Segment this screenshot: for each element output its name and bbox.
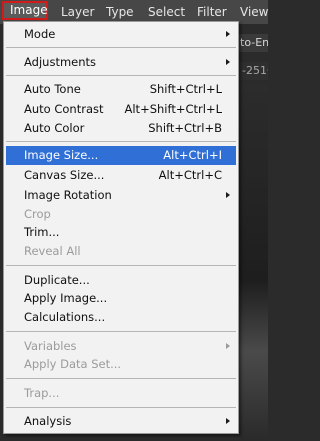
menu-item-apply-data-set: Apply Data Set...	[6, 355, 236, 374]
menu-item-label: Apply Image...	[24, 291, 108, 305]
menu-item-variables: Variables	[6, 337, 236, 356]
menu-item-auto-tone[interactable]: Auto Tone Shift+Ctrl+L	[6, 80, 236, 99]
ruler: -2516	[236, 62, 268, 80]
menu-layer[interactable]: Layer	[61, 5, 94, 19]
menu-item-shortcut: Alt+Ctrl+I	[163, 148, 222, 162]
menu-select[interactable]: Select	[148, 5, 185, 19]
menu-item-calculations[interactable]: Calculations...	[6, 308, 236, 327]
menu-item-label: Apply Data Set...	[24, 357, 122, 371]
menu-type[interactable]: Type	[106, 5, 134, 19]
submenu-arrow-icon	[226, 59, 230, 65]
menu-separator	[6, 47, 236, 48]
menu-item-label: Reveal All	[24, 244, 81, 258]
menu-item-apply-image[interactable]: Apply Image...	[6, 289, 236, 308]
menu-view[interactable]: View	[240, 5, 268, 19]
document-tab[interactable]: to-Enh	[236, 34, 268, 52]
menu-item-label: Variables	[24, 339, 77, 353]
menu-item-label: Calculations...	[24, 310, 106, 324]
menu-item-label: Canvas Size...	[24, 168, 105, 182]
menu-item-shortcut: Alt+Ctrl+C	[158, 168, 222, 182]
submenu-arrow-icon	[226, 343, 230, 349]
menu-item-trap: Trap...	[6, 384, 236, 403]
menu-separator	[6, 378, 236, 379]
menu-item-reveal-all: Reveal All	[6, 242, 236, 261]
menu-item-shortcut: Shift+Ctrl+B	[148, 121, 222, 135]
menu-item-canvas-size[interactable]: Canvas Size... Alt+Ctrl+C	[6, 166, 236, 185]
menu-item-label: Auto Tone	[24, 82, 81, 96]
menu-item-shortcut: Shift+Ctrl+L	[149, 82, 222, 96]
menu-separator	[6, 407, 236, 408]
menu-item-label: Image Size...	[24, 148, 99, 162]
menu-item-trim[interactable]: Trim...	[6, 223, 236, 242]
menu-separator	[6, 265, 236, 266]
menu-item-label: Mode	[24, 27, 56, 41]
menu-item-mode[interactable]: Mode	[6, 25, 236, 44]
menu-item-image-size[interactable]: Image Size... Alt+Ctrl+I	[6, 146, 236, 165]
image-dropdown-menu: Mode Adjustments Auto Tone Shift+Ctrl+L …	[3, 21, 239, 434]
menu-item-duplicate[interactable]: Duplicate...	[6, 271, 236, 290]
menu-image[interactable]: Image	[2, 1, 48, 20]
document-image	[236, 84, 268, 441]
menu-item-shortcut: Alt+Shift+Ctrl+L	[124, 102, 223, 116]
submenu-arrow-icon	[226, 192, 230, 198]
menu-item-crop: Crop	[6, 205, 236, 224]
menu-item-label: Crop	[24, 207, 51, 221]
menu-separator	[6, 141, 236, 142]
menu-item-label: Auto Color	[24, 121, 85, 135]
menu-item-adjustments[interactable]: Adjustments	[6, 53, 236, 72]
submenu-arrow-icon	[226, 418, 230, 424]
menu-separator	[6, 75, 236, 76]
menu-filter[interactable]: Filter	[197, 5, 227, 19]
menu-item-label: Image Rotation	[24, 188, 112, 202]
menu-item-label: Adjustments	[24, 55, 97, 69]
menu-item-image-rotation[interactable]: Image Rotation	[6, 186, 236, 205]
menu-item-label: Duplicate...	[24, 273, 90, 287]
menu-item-label: Trim...	[24, 225, 60, 239]
submenu-arrow-icon	[226, 31, 230, 37]
menu-item-label: Auto Contrast	[24, 102, 104, 116]
menu-item-auto-contrast[interactable]: Auto Contrast Alt+Shift+Ctrl+L	[6, 100, 236, 119]
menu-separator	[6, 331, 236, 332]
menu-item-label: Analysis	[24, 414, 72, 428]
menu-item-analysis[interactable]: Analysis	[6, 412, 236, 431]
menu-item-auto-color[interactable]: Auto Color Shift+Ctrl+B	[6, 119, 236, 138]
menu-item-label: Trap...	[24, 386, 60, 400]
